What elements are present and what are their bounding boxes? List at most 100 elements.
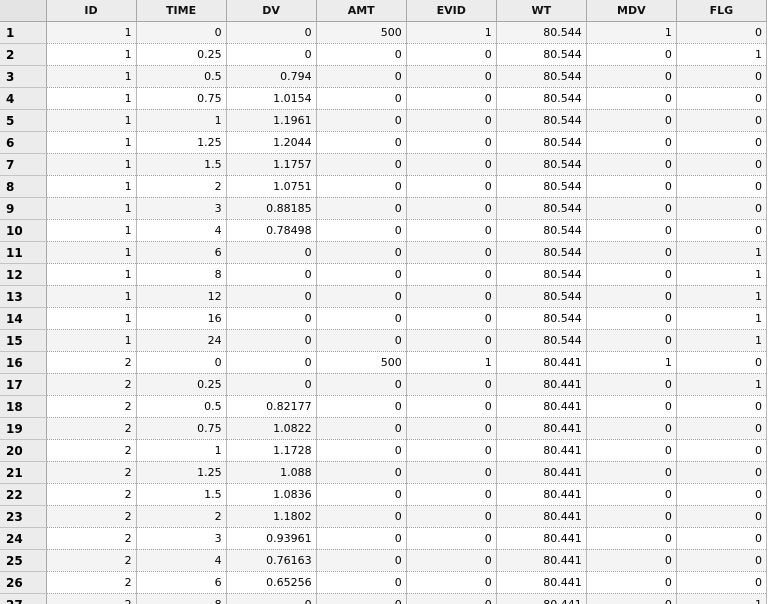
cell-wt[interactable]: 80.544 [496, 329, 587, 352]
cell-flg[interactable]: 1 [676, 307, 768, 330]
cell-wt[interactable]: 80.544 [496, 109, 587, 132]
table-row[interactable]: 1 1 0 0 500 1 80.544 1 0 [0, 21, 768, 44]
cell-id[interactable]: 1 [46, 21, 137, 44]
cell-mdv[interactable]: 0 [586, 241, 677, 264]
cell-dv[interactable]: 1.0154 [226, 87, 317, 110]
cell-evid[interactable]: 0 [406, 109, 497, 132]
cell-amt[interactable]: 0 [316, 527, 407, 550]
cell-time[interactable]: 3 [136, 197, 227, 220]
cell-mdv[interactable]: 0 [586, 395, 677, 418]
cell-mdv[interactable]: 0 [586, 65, 677, 88]
cell-flg[interactable]: 1 [676, 263, 768, 286]
cell-wt[interactable]: 80.544 [496, 43, 587, 66]
cell-time[interactable]: 1 [136, 109, 227, 132]
cell-mdv[interactable]: 0 [586, 197, 677, 220]
cell-wt[interactable]: 80.441 [496, 373, 587, 396]
table-row[interactable]: 12 1 8 0 0 0 80.544 0 1 [0, 263, 768, 286]
cell-dv[interactable]: 0.65256 [226, 571, 317, 594]
cell-time[interactable]: 2 [136, 505, 227, 528]
cell-id[interactable]: 2 [46, 483, 137, 506]
cell-id[interactable]: 1 [46, 307, 137, 330]
cell-evid[interactable]: 1 [406, 21, 497, 44]
cell-amt[interactable]: 0 [316, 43, 407, 66]
cell-amt[interactable]: 0 [316, 175, 407, 198]
cell-wt[interactable]: 80.544 [496, 131, 587, 154]
row-header[interactable]: 16 [0, 351, 47, 374]
cell-id[interactable]: 1 [46, 43, 137, 66]
cell-flg[interactable]: 0 [676, 197, 768, 220]
cell-amt[interactable]: 500 [316, 351, 407, 374]
row-header[interactable]: 1 [0, 21, 47, 44]
table-row[interactable]: 23 2 2 1.1802 0 0 80.441 0 0 [0, 505, 768, 528]
cell-mdv[interactable]: 0 [586, 87, 677, 110]
cell-wt[interactable]: 80.441 [496, 417, 587, 440]
cell-wt[interactable]: 80.544 [496, 219, 587, 242]
cell-wt[interactable]: 80.441 [496, 461, 587, 484]
cell-mdv[interactable]: 1 [586, 351, 677, 374]
cell-dv[interactable]: 1.0822 [226, 417, 317, 440]
row-header[interactable]: 9 [0, 197, 47, 220]
cell-flg[interactable]: 0 [676, 571, 768, 594]
cell-amt[interactable]: 0 [316, 87, 407, 110]
cell-amt[interactable]: 0 [316, 197, 407, 220]
cell-id[interactable]: 1 [46, 65, 137, 88]
table-row[interactable]: 25 2 4 0.76163 0 0 80.441 0 0 [0, 549, 768, 572]
cell-evid[interactable]: 0 [406, 197, 497, 220]
cell-mdv[interactable]: 0 [586, 219, 677, 242]
cell-flg[interactable]: 1 [676, 593, 768, 604]
row-header[interactable]: 3 [0, 65, 47, 88]
cell-id[interactable]: 1 [46, 153, 137, 176]
row-header[interactable]: 7 [0, 153, 47, 176]
cell-flg[interactable]: 0 [676, 153, 768, 176]
cell-flg[interactable]: 0 [676, 505, 768, 528]
cell-time[interactable]: 6 [136, 241, 227, 264]
row-header[interactable]: 23 [0, 505, 47, 528]
cell-amt[interactable]: 500 [316, 21, 407, 44]
cell-amt[interactable]: 0 [316, 263, 407, 286]
cell-id[interactable]: 2 [46, 549, 137, 572]
cell-time[interactable]: 0.5 [136, 395, 227, 418]
cell-wt[interactable]: 80.441 [496, 593, 587, 604]
column-header-flg[interactable]: FLG [676, 0, 768, 22]
cell-wt[interactable]: 80.441 [496, 571, 587, 594]
cell-time[interactable]: 0.75 [136, 87, 227, 110]
cell-evid[interactable]: 0 [406, 417, 497, 440]
cell-time[interactable]: 4 [136, 219, 227, 242]
row-header[interactable]: 17 [0, 373, 47, 396]
cell-dv[interactable]: 0 [226, 373, 317, 396]
row-header[interactable]: 14 [0, 307, 47, 330]
row-header[interactable]: 4 [0, 87, 47, 110]
cell-wt[interactable]: 80.441 [496, 351, 587, 374]
cell-mdv[interactable]: 0 [586, 593, 677, 604]
cell-mdv[interactable]: 0 [586, 483, 677, 506]
cell-amt[interactable]: 0 [316, 219, 407, 242]
row-header[interactable]: 10 [0, 219, 47, 242]
cell-id[interactable]: 1 [46, 131, 137, 154]
row-header[interactable]: 11 [0, 241, 47, 264]
table-row[interactable]: 16 2 0 0 500 1 80.441 1 0 [0, 351, 768, 374]
cell-dv[interactable]: 0 [226, 241, 317, 264]
column-header-dv[interactable]: DV [226, 0, 317, 22]
table-row[interactable]: 7 1 1.5 1.1757 0 0 80.544 0 0 [0, 153, 768, 176]
cell-amt[interactable]: 0 [316, 593, 407, 604]
row-header[interactable]: 6 [0, 131, 47, 154]
cell-wt[interactable]: 80.544 [496, 241, 587, 264]
cell-time[interactable]: 0 [136, 351, 227, 374]
cell-id[interactable]: 1 [46, 87, 137, 110]
cell-time[interactable]: 8 [136, 263, 227, 286]
cell-amt[interactable]: 0 [316, 153, 407, 176]
cell-id[interactable]: 1 [46, 175, 137, 198]
cell-id[interactable]: 2 [46, 439, 137, 462]
cell-mdv[interactable]: 0 [586, 461, 677, 484]
cell-wt[interactable]: 80.441 [496, 505, 587, 528]
table-row[interactable]: 19 2 0.75 1.0822 0 0 80.441 0 0 [0, 417, 768, 440]
table-row[interactable]: 18 2 0.5 0.82177 0 0 80.441 0 0 [0, 395, 768, 418]
cell-amt[interactable]: 0 [316, 65, 407, 88]
cell-amt[interactable]: 0 [316, 131, 407, 154]
row-header[interactable]: 22 [0, 483, 47, 506]
cell-dv[interactable]: 0 [226, 43, 317, 66]
row-header[interactable]: 26 [0, 571, 47, 594]
cell-time[interactable]: 1.25 [136, 461, 227, 484]
cell-amt[interactable]: 0 [316, 307, 407, 330]
cell-evid[interactable]: 0 [406, 549, 497, 572]
